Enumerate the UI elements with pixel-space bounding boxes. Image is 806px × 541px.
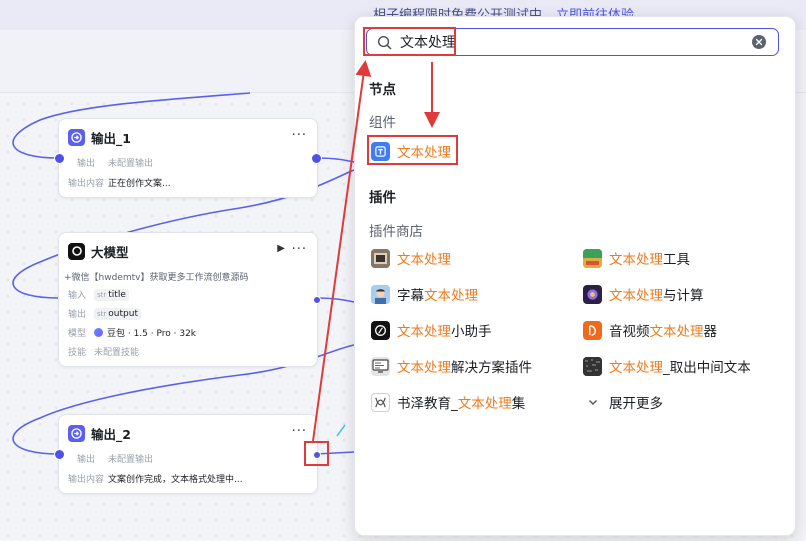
- annotation-arrows: [312, 60, 440, 442]
